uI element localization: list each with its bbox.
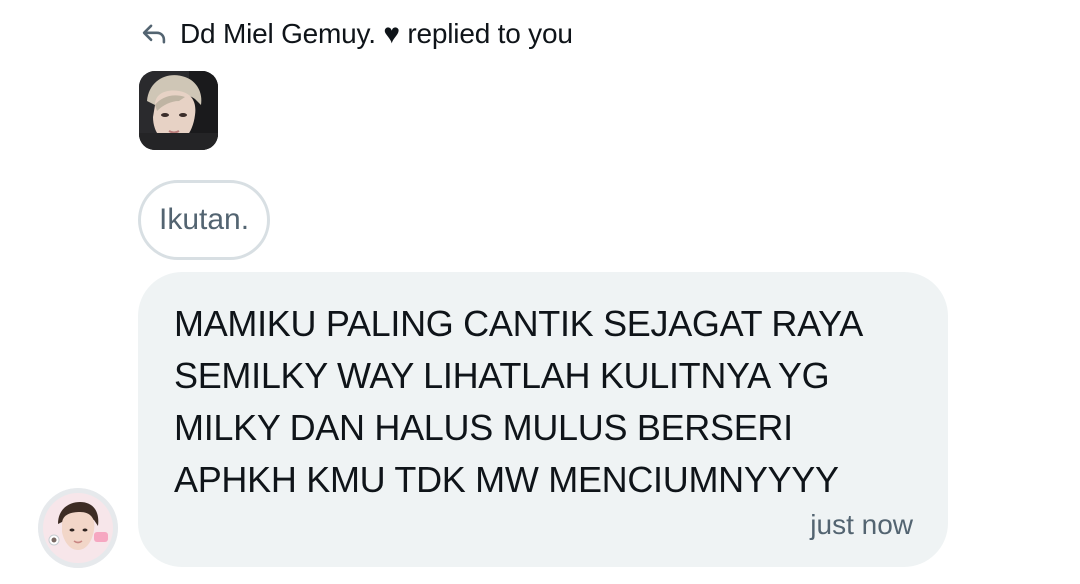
reply-header: Dd Miel Gemuy. ♥ replied to you	[140, 14, 573, 54]
replied-photo-thumbnail[interactable]	[139, 71, 218, 150]
quoted-message-text: Ikutan.	[159, 203, 250, 236]
message-bubble[interactable]: MAMIKU PALING CANTIK SEJAGAT RAYA SEMILK…	[138, 272, 948, 567]
quoted-message[interactable]: Ikutan.	[138, 180, 271, 260]
message-timestamp: just now	[810, 509, 913, 540]
message-text: MAMIKU PALING CANTIK SEJAGAT RAYA SEMILK…	[174, 303, 863, 500]
avatar[interactable]	[38, 488, 118, 568]
reply-header-text: Dd Miel Gemuy. ♥ replied to you	[180, 18, 573, 49]
reply-arrow-icon	[140, 20, 168, 48]
